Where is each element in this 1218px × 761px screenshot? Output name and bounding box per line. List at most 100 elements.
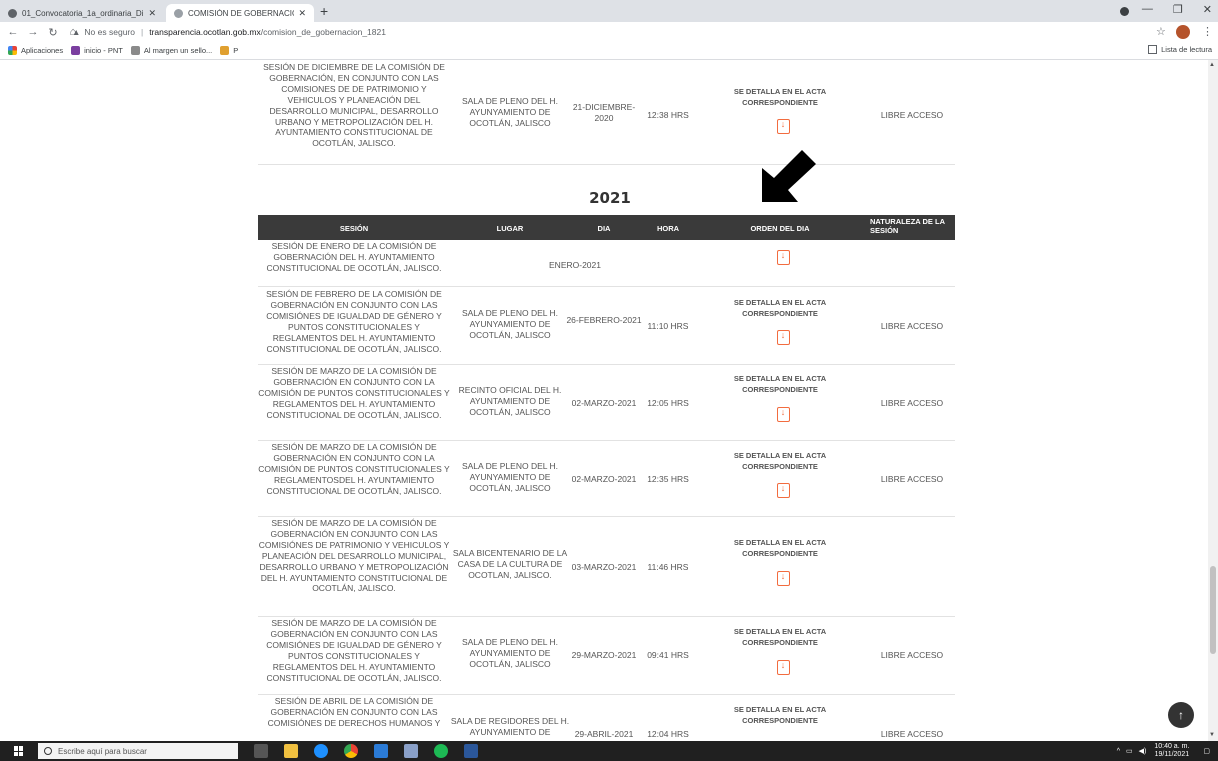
word-icon[interactable] (464, 744, 478, 758)
cell-hora: 12:05 HRS (647, 398, 689, 408)
url-path: /comision_de_gobernacion_1821 (260, 27, 386, 37)
cell-sesion: SESIÓN DE MARZO DE LA COMISIÓN DE GOBERN… (266, 618, 442, 683)
cell-orden: SE DETALLA EN EL ACTA CORRESPONDIENTE (733, 705, 827, 725)
profile-avatar[interactable] (1176, 25, 1190, 39)
chevron-up-icon[interactable]: ^ (1117, 748, 1120, 755)
cell-orden: SE DETALLA EN EL ACTA CORRESPONDIENTE (733, 538, 827, 558)
header-naturaleza: NATURALEZA DE LA SESIÓN (870, 217, 945, 235)
spotify-icon[interactable] (434, 744, 448, 758)
cell-lugar: RECINTO OFICIAL DEL H. AYUNTAMIENTO DE O… (458, 385, 562, 417)
bookmark-star-icon[interactable]: ☆ (1156, 25, 1166, 38)
taskbar-search[interactable]: Escribe aquí para buscar (38, 743, 238, 759)
back-button[interactable]: ← (6, 26, 20, 38)
cell-lugar: SALA DE PLENO DEL H. AYUNYAMIENTO DE OCO… (461, 461, 559, 493)
app-icon[interactable] (404, 744, 418, 758)
page-scrollbar[interactable]: ▲ ▼ (1208, 60, 1218, 741)
menu-icon[interactable]: ⋮ (1202, 25, 1213, 38)
notifications-icon[interactable]: ▢ (1203, 747, 1210, 755)
cell-sesion: SESIÓN DE FEBRERO DE LA COMISIÓN DE GOBE… (266, 289, 442, 354)
pdf-download-icon[interactable] (777, 330, 790, 345)
pdf-download-icon[interactable] (777, 660, 790, 675)
cell-sesion: SESIÓN DE ABRIL DE LA COMISIÓN DE GOBERN… (267, 696, 441, 728)
minimize-button[interactable]: — (1142, 3, 1153, 16)
maximize-button[interactable]: ❐ (1173, 3, 1183, 16)
header-sesion: SESIÓN (339, 224, 369, 233)
clock[interactable]: 10:40 a. m. 19/11/2021 (1154, 743, 1189, 759)
header-lugar: LUGAR (496, 224, 524, 233)
site-icon (220, 46, 230, 55)
pointer-arrow-icon (762, 150, 816, 202)
close-window-button[interactable]: ✕ (1203, 3, 1212, 16)
cell-naturaleza: LIBRE ACCESO (880, 474, 944, 484)
cell-hora: 09:41 HRS (647, 650, 689, 660)
file-explorer-icon[interactable] (284, 744, 298, 758)
header-hora: HORA (656, 224, 680, 233)
header-orden: ORDEN DEL DIA (750, 224, 810, 233)
cell-naturaleza: LIBRE ACCESO (880, 650, 944, 660)
volume-icon[interactable]: ◀) (1139, 747, 1147, 755)
cell-lugar: SALA DE PLENO DEL H. AYUNYAMIENTO DE OCO… (461, 637, 559, 669)
cell-naturaleza: LIBRE ACCESO (880, 321, 944, 331)
pdf-download-icon[interactable] (777, 119, 790, 134)
cell-orden: SE DETALLA EN EL ACTA CORRESPONDIENTE (733, 451, 827, 471)
bookmark-sello[interactable]: Al margen un sello... (130, 46, 213, 55)
pdf-download-icon[interactable] (777, 250, 790, 265)
scroll-up-icon[interactable]: ▲ (1209, 62, 1215, 68)
close-icon[interactable]: ✕ (148, 8, 156, 19)
clock-time: 10:40 a. m. (1154, 743, 1190, 750)
cell-dia: ENERO-2021 (549, 260, 601, 270)
mail-icon[interactable] (374, 744, 388, 758)
scrollbar-thumb[interactable] (1210, 566, 1216, 654)
globe-icon (174, 8, 183, 18)
tab-convocatoria[interactable]: 01_Convocatoria_1a_ordinaria_Di ✕ (0, 4, 164, 22)
url-host: transparencia.ocotlan.gob.mx (149, 27, 261, 37)
pdf-download-icon[interactable] (777, 483, 790, 498)
reload-button[interactable]: ↻ (46, 26, 60, 39)
scroll-to-top-button[interactable]: ↑ (1168, 702, 1194, 728)
address-bar[interactable]: ▲ No es seguro | transparencia.ocotlan.g… (72, 24, 1112, 40)
cell-dia: 02-MARZO-2021 (571, 474, 637, 484)
tab-title: 01_Convocatoria_1a_ordinaria_Di (22, 8, 144, 18)
warning-icon: ▲ (72, 27, 81, 37)
system-tray: ^ ▭ ◀) 10:40 a. m. 19/11/2021 ▢ (1117, 741, 1210, 761)
bookmark-p[interactable]: P (220, 46, 238, 55)
cell-sesion: SESIÓN DE MARZO DE LA COMISIÓN DE GOBERN… (258, 366, 450, 420)
pdf-download-icon[interactable] (777, 407, 790, 422)
row-divider (258, 616, 955, 617)
window-controls: — ❐ ✕ (1142, 3, 1212, 16)
cell-dia: 26-FEBRERO-2021 (566, 315, 642, 325)
forward-button[interactable]: → (26, 26, 40, 38)
cell-dia: 29-MARZO-2021 (571, 650, 637, 660)
task-view-icon[interactable] (254, 744, 268, 758)
close-icon[interactable]: ✕ (298, 8, 306, 19)
pdf-download-icon[interactable] (777, 571, 790, 586)
new-tab-button[interactable]: + (320, 3, 328, 19)
page-content: SESIÓN DE DICIEMBRE DE LA COMISIÓN DE GO… (0, 60, 1208, 741)
reading-list-icon (1148, 45, 1158, 54)
year-heading: 2021 (589, 189, 631, 207)
row-divider (258, 364, 955, 365)
reading-list-label: Lista de lectura (1161, 45, 1212, 54)
row-divider (258, 164, 955, 165)
cortana-icon (44, 747, 52, 755)
bookmark-label: Al margen un sello... (143, 46, 213, 55)
bookmark-label: Aplicaciones (21, 46, 64, 55)
prev-row-naturaleza: LIBRE ACCESO (880, 110, 944, 120)
cell-dia: 02-MARZO-2021 (571, 398, 637, 408)
network-icon[interactable]: ▭ (1126, 747, 1133, 755)
bookmark-apps[interactable]: Aplicaciones (8, 46, 63, 55)
person-icon (130, 46, 140, 55)
search-placeholder: Escribe aquí para buscar (58, 746, 147, 756)
reading-list-button[interactable]: Lista de lectura (1148, 45, 1212, 54)
address-toolbar: ← → ↻ ⌂ ▲ No es seguro | transparencia.o… (0, 22, 1218, 42)
record-icon[interactable] (1120, 7, 1129, 16)
scroll-down-icon[interactable]: ▼ (1209, 732, 1215, 738)
edge-icon[interactable] (314, 744, 328, 758)
bookmark-pnt[interactable]: inicio - PNT (71, 46, 123, 55)
tab-comision[interactable]: COMISIÓN DE GOBERNACIÓN | ✕ (166, 4, 314, 22)
windows-start-icon[interactable] (14, 746, 24, 756)
chrome-icon[interactable] (344, 744, 358, 758)
cell-naturaleza: LIBRE ACCESO (880, 398, 944, 408)
divider: | (140, 27, 144, 37)
taskbar: Escribe aquí para buscar ^ ▭ ◀) 10:40 a.… (0, 741, 1218, 761)
